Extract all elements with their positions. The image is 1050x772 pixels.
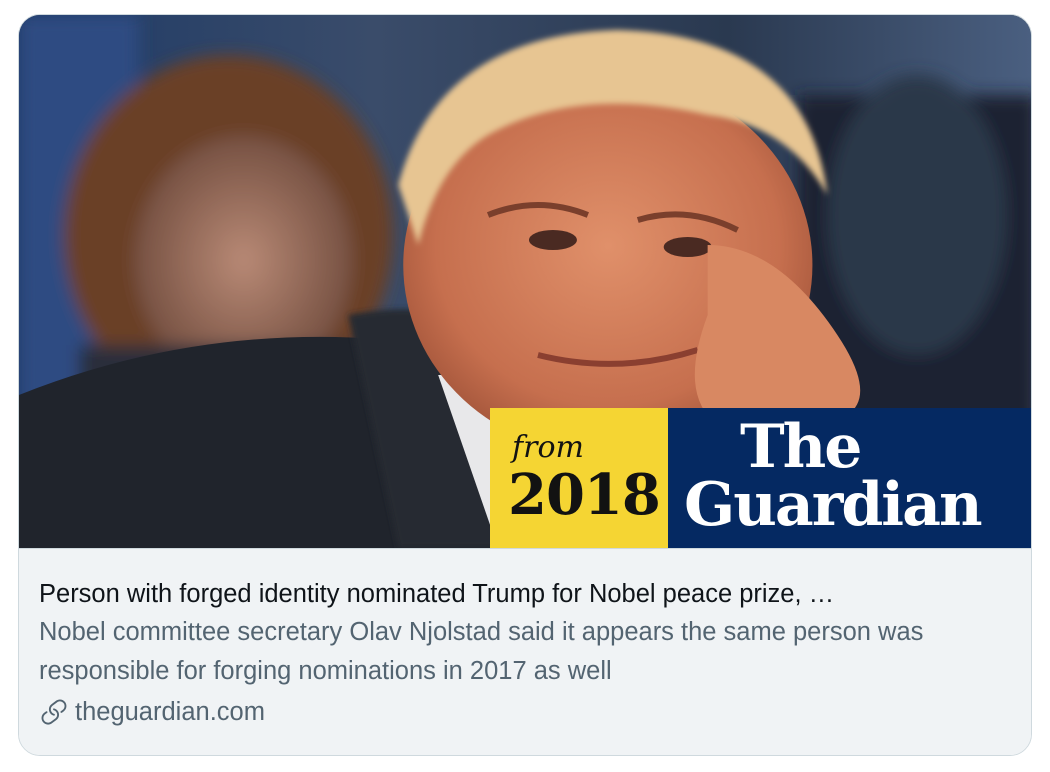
badge-year-block: from 2018 — [490, 408, 668, 548]
link-icon — [41, 699, 67, 725]
logo-line-guardian: Guardian — [684, 470, 983, 540]
badge-from-label: from — [512, 430, 584, 465]
domain-label[interactable]: theguardian.com — [75, 694, 265, 730]
badge-year: 2018 — [508, 462, 661, 528]
article-title[interactable]: Person with forged identity nominated Tr… — [39, 575, 1009, 613]
article-domain[interactable]: theguardian.com — [39, 694, 1009, 730]
link-preview-card[interactable]: from 2018 The Guardian Person with forge… — [18, 14, 1032, 756]
article-description: Nobel committee secretary Olav Njolstad … — [39, 618, 924, 685]
logo-line-the: The — [740, 412, 862, 482]
guardian-badge: from 2018 The Guardian — [490, 408, 1031, 548]
article-image[interactable]: from 2018 The Guardian — [19, 15, 1031, 548]
card-meta[interactable]: Person with forged identity nominated Tr… — [19, 548, 1031, 755]
guardian-logo: The Guardian — [668, 408, 1031, 548]
